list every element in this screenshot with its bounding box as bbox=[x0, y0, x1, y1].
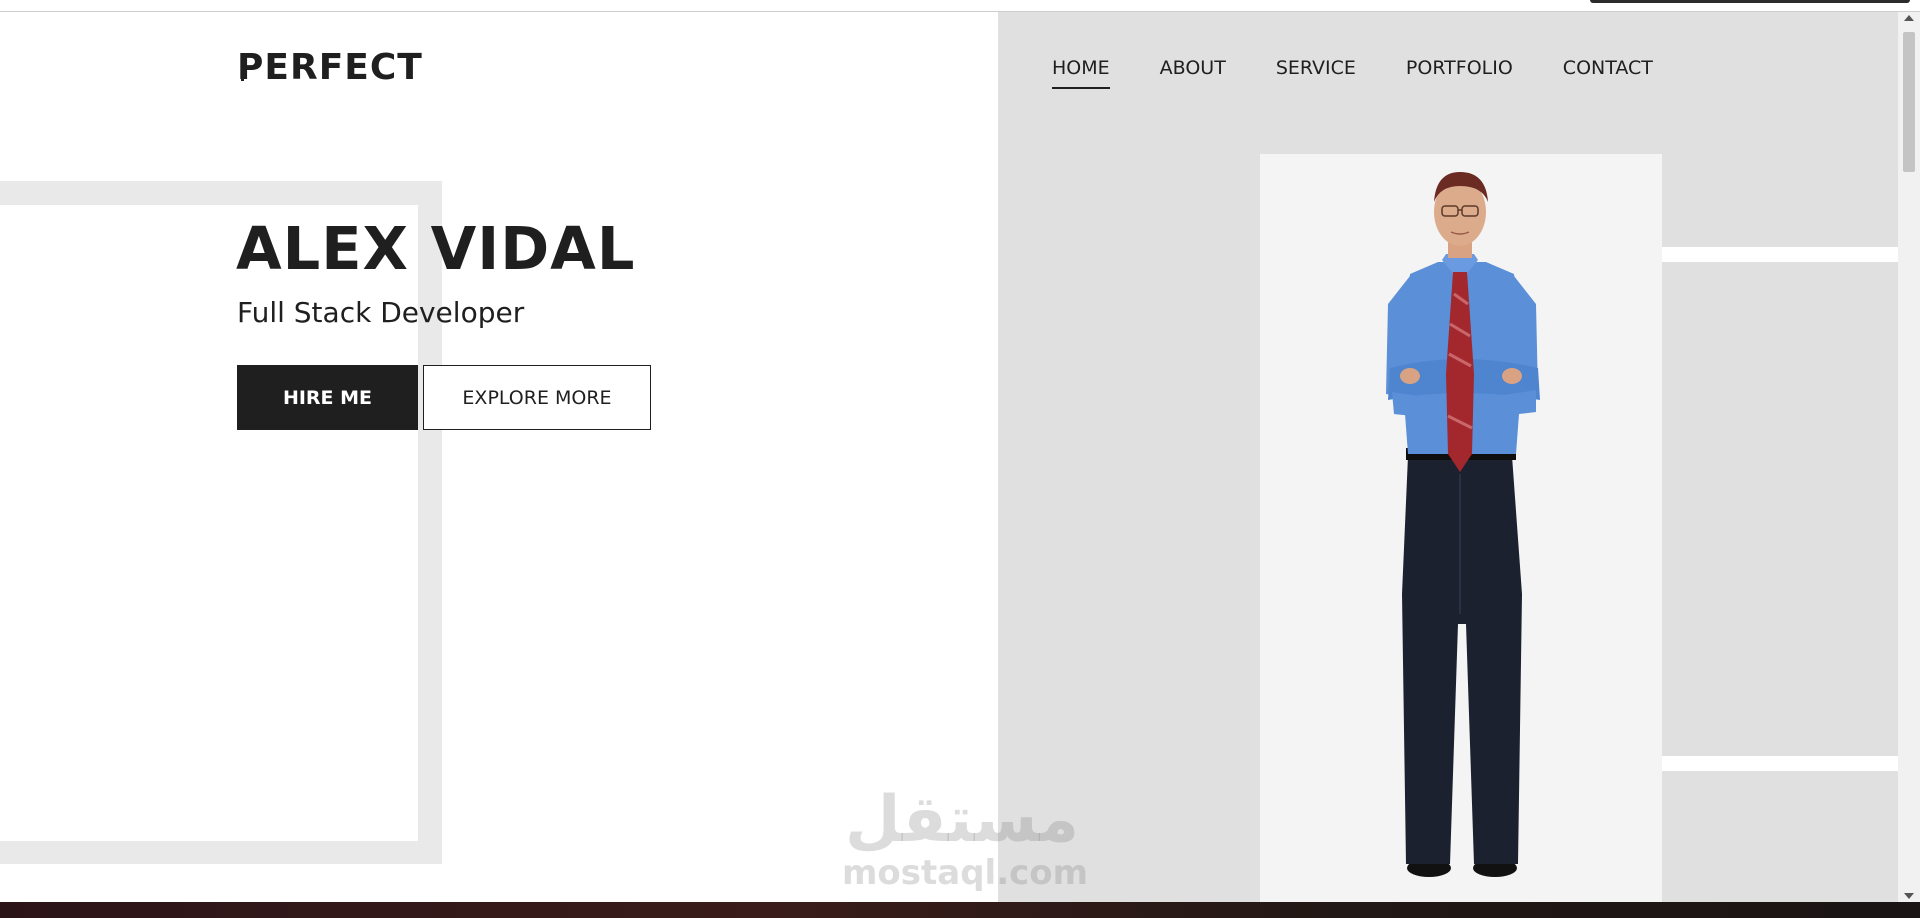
vertical-scrollbar[interactable] bbox=[1898, 12, 1920, 902]
watermark-arabic: مستقل bbox=[844, 783, 1080, 857]
main-nav: HOME ABOUT SERVICE PORTFOLIO CONTACT bbox=[1052, 57, 1653, 89]
nav-portfolio[interactable]: PORTFOLIO bbox=[1406, 57, 1513, 89]
trousers bbox=[1402, 456, 1522, 864]
nav-about[interactable]: ABOUT bbox=[1160, 57, 1226, 89]
hero-photo-card bbox=[1260, 154, 1662, 902]
mostaql-watermark: مستقل mostaql.com bbox=[842, 783, 1089, 893]
scrollbar-thumb[interactable] bbox=[1903, 32, 1915, 172]
scroll-down-arrow-icon[interactable] bbox=[1904, 893, 1914, 899]
site-logo[interactable]: PERFECT bbox=[237, 47, 423, 88]
browser-tab-edge bbox=[1590, 0, 1910, 3]
browser-top-edge bbox=[0, 0, 1920, 12]
person-illustration bbox=[1386, 172, 1540, 877]
explore-more-button[interactable]: EXPLORE MORE bbox=[423, 365, 651, 430]
os-taskbar bbox=[0, 902, 1920, 918]
nav-contact[interactable]: CONTACT bbox=[1563, 57, 1653, 89]
nav-service[interactable]: SERVICE bbox=[1276, 57, 1356, 89]
decorative-stripe bbox=[1662, 247, 1898, 262]
scroll-up-arrow-icon[interactable] bbox=[1904, 15, 1914, 21]
hire-me-button[interactable]: HIRE ME bbox=[237, 365, 418, 430]
hero-role: Full Stack Developer bbox=[237, 296, 525, 329]
nav-home[interactable]: HOME bbox=[1052, 57, 1110, 89]
hero-name: ALEX VIDAL bbox=[236, 214, 636, 283]
decorative-stripe bbox=[1662, 756, 1898, 771]
watermark-latin: mostaql.com bbox=[842, 853, 1089, 893]
logo-text: PERFECT bbox=[237, 47, 423, 88]
